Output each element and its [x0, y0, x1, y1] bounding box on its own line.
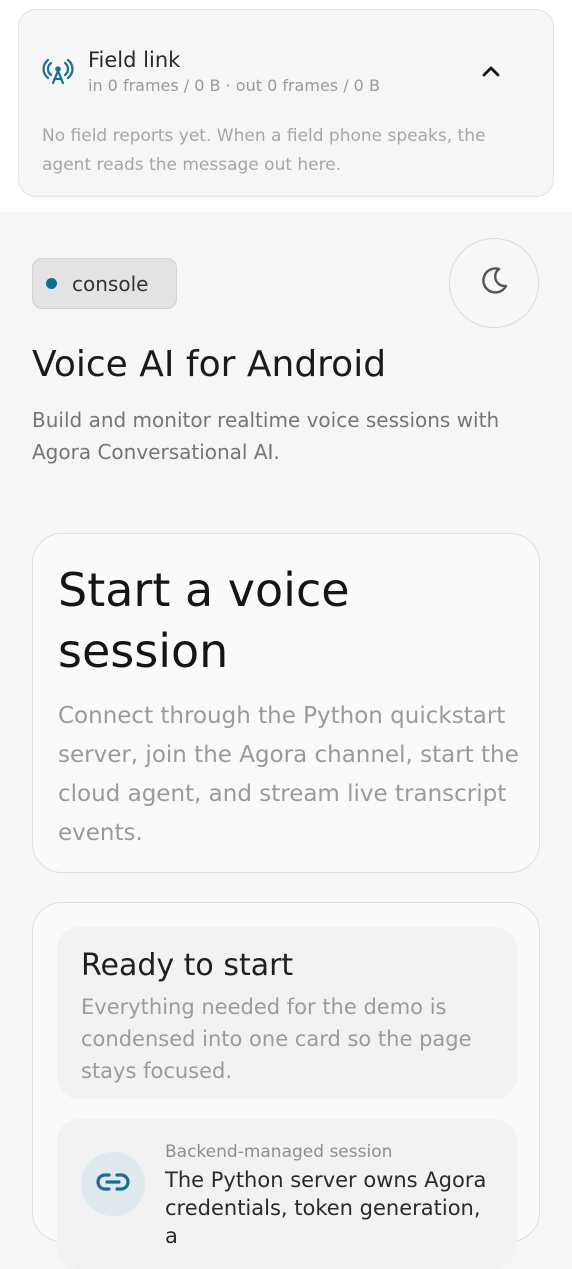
page-subtitle: Build and monitor realtime voice session… — [32, 408, 500, 464]
start-session-title: Start a voice session — [58, 563, 350, 678]
ready-description: Everything needed for the demo is conden… — [81, 995, 472, 1083]
theme-toggle-button[interactable] — [449, 238, 539, 328]
ready-card: Ready to start Everything needed for the… — [32, 902, 540, 1269]
field-link-empty-message: No field reports yet. When a field phone… — [42, 126, 486, 175]
moon-icon — [477, 264, 511, 302]
field-link-title: Field link — [88, 48, 181, 72]
page-title: Voice AI for Android — [32, 344, 387, 385]
field-link-panel: Field link in 0 frames / 0 B · out 0 fra… — [18, 9, 554, 197]
backend-session-item: Backend-managed session The Python serve… — [57, 1119, 517, 1269]
ready-panel: Ready to start Everything needed for the… — [57, 927, 517, 1099]
backend-kicker: Backend-managed session — [165, 1142, 393, 1162]
console-badge-label: console — [72, 271, 149, 296]
console-badge: console — [32, 258, 177, 309]
start-session-card: Start a voice session Connect through th… — [32, 533, 540, 873]
chevron-up-icon — [481, 63, 501, 82]
start-session-description: Connect through the Python quickstart se… — [58, 703, 519, 846]
status-dot — [46, 278, 57, 289]
ready-title: Ready to start — [81, 948, 294, 983]
backend-description: The Python server owns Agora credentials… — [165, 1168, 487, 1248]
link-icon — [95, 1164, 131, 1204]
link-icon-badge — [81, 1152, 145, 1216]
collapse-button[interactable] — [474, 55, 508, 89]
antenna-icon — [42, 55, 74, 87]
field-link-stats: in 0 frames / 0 B · out 0 frames / 0 B — [88, 76, 380, 95]
